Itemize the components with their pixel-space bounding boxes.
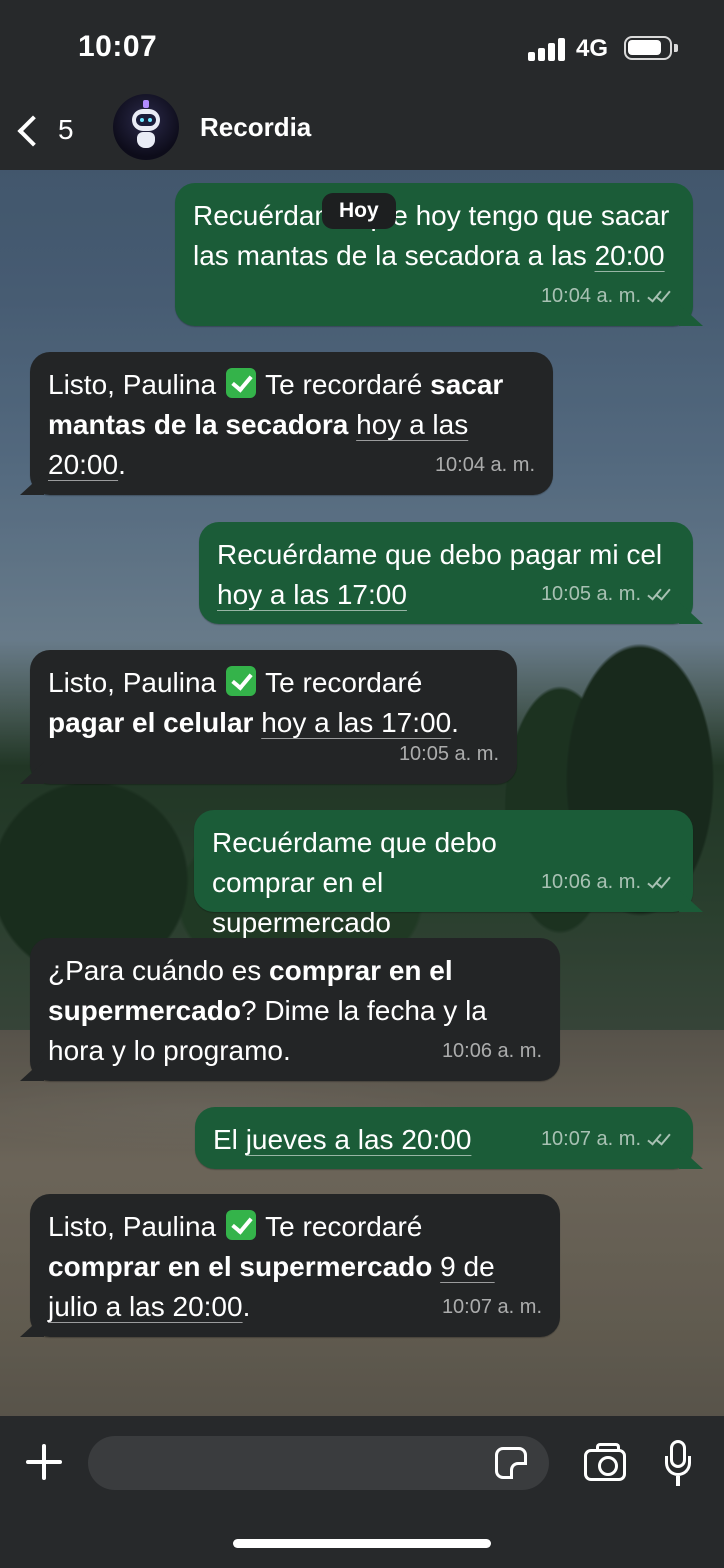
date-chip: Hoy bbox=[322, 193, 396, 229]
battery-icon bbox=[624, 36, 678, 60]
message-meta: 10:04 a. m. bbox=[435, 445, 535, 485]
robot-antenna bbox=[143, 100, 149, 108]
message-meta: 10:06 a. m. bbox=[442, 1031, 542, 1071]
message-meta: 10:05 a. m. bbox=[399, 734, 499, 774]
network-label: 4G bbox=[576, 35, 609, 62]
plus-icon[interactable] bbox=[26, 1444, 62, 1480]
date-link[interactable]: hoy a las 17:00 bbox=[217, 579, 407, 610]
date-link[interactable]: jueves a las 20:00 bbox=[246, 1124, 472, 1155]
message-bubble-incoming[interactable]: Listo, Paulina Te recordaré pagar el cel… bbox=[20, 650, 517, 784]
message-meta: 10:07 a. m. bbox=[541, 1119, 675, 1159]
date-link[interactable]: 20:00 bbox=[595, 240, 665, 271]
signal-icon bbox=[528, 37, 566, 61]
message-meta: 10:06 a. m. bbox=[541, 862, 675, 902]
camera-icon[interactable] bbox=[584, 1443, 626, 1481]
message-input[interactable] bbox=[88, 1436, 549, 1490]
status-time: 10:07 bbox=[78, 30, 158, 63]
message-text: Recuérdame que hoy tengo que sacar las m… bbox=[193, 200, 670, 271]
unread-count: 5 bbox=[58, 114, 74, 145]
message-bubble-outgoing[interactable]: Recuérdame que hoy tengo que sacar las m… bbox=[175, 183, 703, 326]
double-check-icon bbox=[647, 585, 675, 602]
sticker-icon[interactable] bbox=[495, 1447, 527, 1479]
status-bar: 10:07 4G bbox=[0, 0, 724, 90]
message-time: 10:04 a. m. bbox=[434, 454, 535, 476]
message-time: 10:07 a. m. bbox=[441, 1296, 542, 1318]
check-emoji-icon bbox=[225, 666, 256, 696]
message-bubble-outgoing[interactable]: El jueves a las 20:00 10:07 a. m. bbox=[195, 1107, 703, 1169]
mic-icon[interactable] bbox=[665, 1440, 691, 1492]
message-time: 10:05 a. m. bbox=[398, 743, 499, 765]
double-check-icon bbox=[647, 1130, 675, 1147]
message-time: 10:06 a. m. bbox=[540, 871, 641, 893]
check-emoji-icon bbox=[225, 1210, 256, 1240]
message-meta: 10:05 a. m. bbox=[541, 574, 675, 614]
message-bubble-incoming[interactable]: Listo, Paulina Te recordaré comprar en e… bbox=[20, 1194, 560, 1337]
message-time: 10:04 a. m. bbox=[540, 285, 641, 307]
message-time: 10:05 a. m. bbox=[540, 583, 641, 605]
chat-header: 5 Recordia bbox=[0, 90, 724, 170]
back-button[interactable]: 5 bbox=[10, 100, 90, 160]
message-bubble-incoming[interactable]: Listo, Paulina Te recordaré sacar mantas… bbox=[20, 352, 553, 495]
avatar[interactable] bbox=[113, 94, 179, 160]
double-check-icon bbox=[647, 287, 675, 304]
message-meta: 10:04 a. m. bbox=[541, 276, 675, 316]
double-check-icon bbox=[647, 873, 675, 890]
message-meta: 10:07 a. m. bbox=[442, 1287, 542, 1327]
contact-name[interactable]: Recordia bbox=[200, 112, 311, 143]
robot-icon bbox=[132, 109, 160, 131]
message-text: Listo, Paulina Te recordaré pagar el cel… bbox=[48, 666, 459, 738]
message-bubble-outgoing[interactable]: Recuérdame que debo pagar mi cel hoy a l… bbox=[199, 522, 703, 624]
message-bubble-outgoing[interactable]: Recuérdame que debo comprar en el superm… bbox=[194, 810, 703, 938]
message-time: 10:06 a. m. bbox=[441, 1040, 542, 1062]
message-bubble-incoming[interactable]: ¿Para cuándo es comprar en el supermerca… bbox=[20, 938, 560, 1081]
message-text: Recuérdame que debo comprar en el superm… bbox=[212, 827, 497, 938]
check-emoji-icon bbox=[225, 368, 256, 398]
home-indicator bbox=[233, 1539, 491, 1548]
back-chevron-icon bbox=[17, 115, 49, 147]
message-time: 10:07 a. m. bbox=[540, 1128, 641, 1150]
